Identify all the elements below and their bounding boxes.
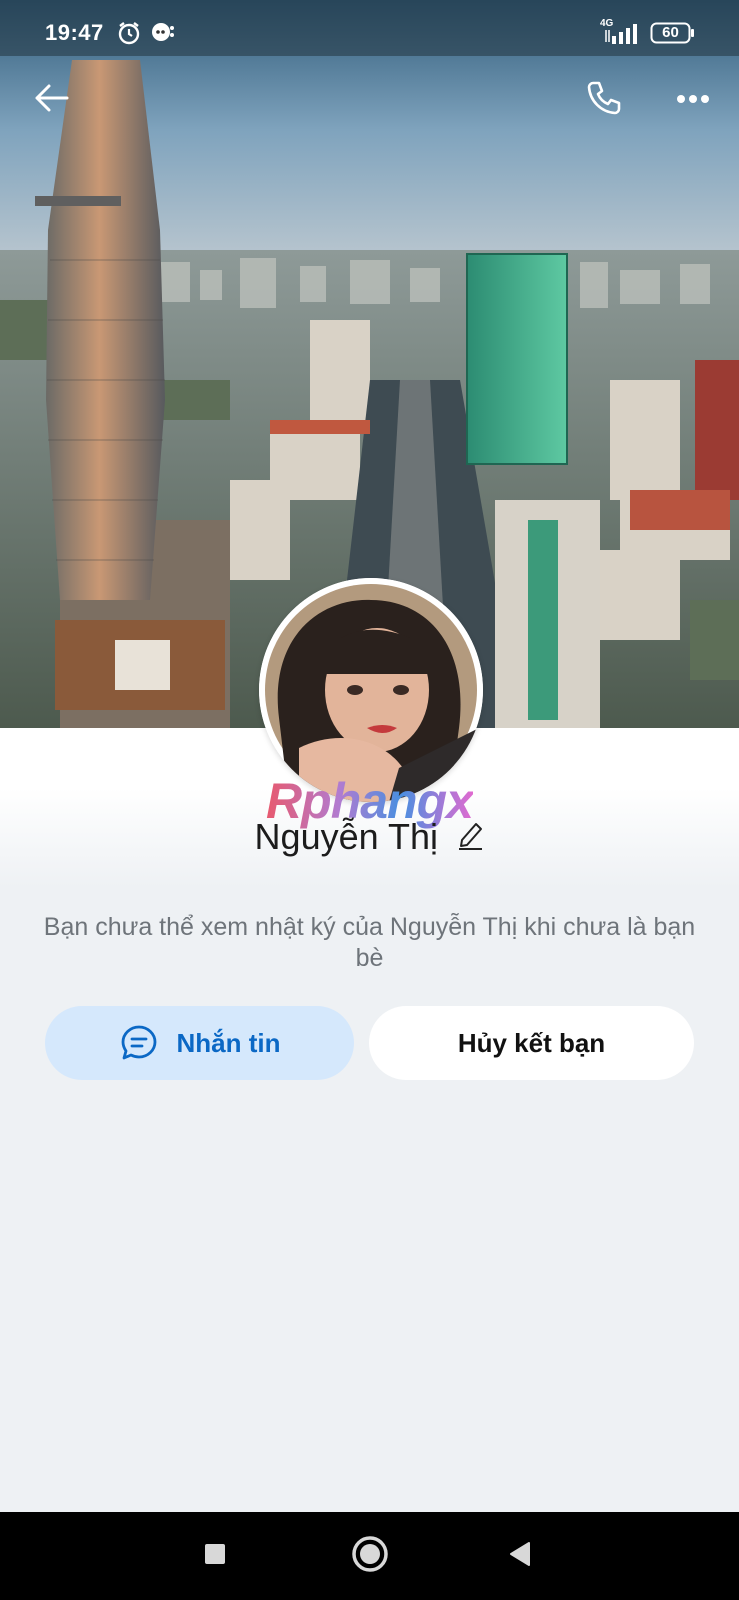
privacy-notice: Bạn chưa thể xem nhật ký của Nguyễn Thị … xyxy=(43,913,696,972)
profile-name-row: Nguyễn Thị xyxy=(0,816,739,858)
pencil-icon[interactable] xyxy=(456,820,484,855)
system-nav-bar xyxy=(0,1512,739,1600)
phone-icon xyxy=(585,79,623,122)
chat-status-icon xyxy=(150,20,176,51)
message-button-label: Nhắn tin xyxy=(176,1027,281,1058)
message-button[interactable]: Nhắn tin xyxy=(45,1006,354,1080)
circle-icon xyxy=(350,1534,390,1579)
unfriend-button[interactable]: Hủy kết bạn xyxy=(369,1006,694,1080)
status-bar: 19:47 4G 60 xyxy=(0,0,739,56)
signal-icon xyxy=(604,22,640,49)
alarm-icon xyxy=(116,20,142,51)
profile-name: Nguyễn Thị xyxy=(254,816,438,857)
recents-button[interactable] xyxy=(193,1534,237,1578)
battery-level: 60 xyxy=(662,24,679,41)
arrow-left-icon xyxy=(34,83,70,118)
status-time: 19:47 xyxy=(45,20,104,45)
call-button[interactable] xyxy=(578,74,630,126)
nav-back-button[interactable] xyxy=(498,1534,542,1578)
home-button[interactable] xyxy=(348,1534,392,1578)
avatar[interactable] xyxy=(259,578,483,802)
chat-bubble-icon xyxy=(119,1023,159,1063)
more-button[interactable] xyxy=(667,74,719,126)
square-icon xyxy=(203,1542,227,1571)
unfriend-button-label: Hủy kết bạn xyxy=(457,1027,606,1058)
back-button[interactable] xyxy=(26,74,78,126)
triangle-back-icon xyxy=(507,1540,533,1573)
more-dots-icon xyxy=(676,91,710,109)
